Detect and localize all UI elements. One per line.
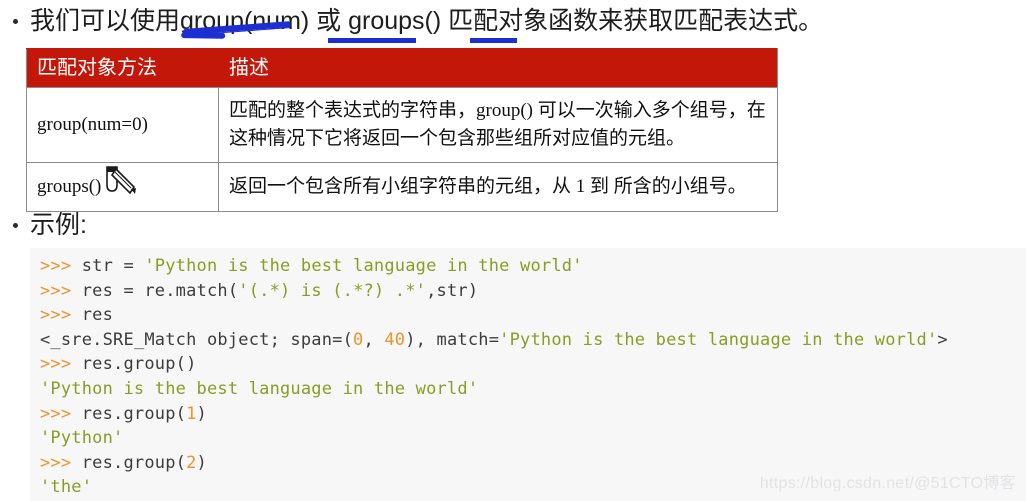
code-line: >>> res	[40, 303, 1026, 328]
bullet-dot-icon	[13, 223, 18, 228]
code-line: 'Python'	[40, 426, 1026, 451]
bullet-dot-icon	[13, 19, 18, 24]
table-row: group(num=0) 匹配的整个表达式的字符串，group() 可以一次输入…	[26, 87, 778, 163]
code-text: )	[196, 403, 207, 424]
code-string: 'Python is the best language in the worl…	[144, 256, 583, 276]
code-text: res.group(	[81, 452, 187, 473]
code-line: <_sre.SRE_Match object; span=(0, 40), ma…	[40, 328, 1026, 353]
code-string: 'Python'	[40, 428, 124, 449]
example-bullet-line: 示例:	[13, 209, 87, 241]
code-line: >>> str = 'Python is the best language i…	[40, 254, 1026, 279]
column-header-description: 描述	[218, 48, 778, 88]
code-text: res	[81, 305, 114, 326]
match-object-methods-table: 匹配对象方法 描述 group(num=0) 匹配的整个表达式的字符串，grou…	[26, 48, 778, 212]
table-header-row: 匹配对象方法 描述	[26, 48, 778, 88]
code-string: 'Python is the best language in the worl…	[499, 329, 938, 350]
python-console-code-block: >>> str = 'Python is the best language i…	[30, 248, 1026, 501]
intro-bullet-line: 我们可以使用group(num) 或 groups() 匹配对象函数来获取匹配表…	[13, 5, 823, 37]
watermark-text: https://blog.csdn.net/@51CTO博客	[759, 475, 1016, 492]
cell-method-groups: groups()	[26, 162, 219, 212]
annotation-underline-pipei	[470, 38, 517, 43]
code-number: 0	[353, 329, 364, 350]
code-number: 1	[186, 403, 197, 424]
code-text: res = re.match(	[81, 280, 239, 301]
code-text: <_sre.SRE_Match object; span=(	[40, 329, 354, 350]
code-prompt: >>>	[40, 256, 82, 276]
cell-method-group: group(num=0)	[26, 87, 219, 163]
code-text: ), match=	[405, 329, 500, 350]
code-line: >>> res.group()	[40, 352, 1026, 377]
cell-description-groups: 返回一个包含所有小组字符串的元组，从 1 到 所含的小组号。	[218, 162, 778, 212]
code-line: >>> res.group(1)	[40, 402, 1026, 427]
cell-description-group: 匹配的整个表达式的字符串，group() 可以一次输入多个组号，在这种情况下它将…	[218, 87, 778, 163]
code-text: str =	[81, 256, 145, 276]
code-number: 2	[186, 452, 197, 473]
code-text: res.group(	[81, 403, 187, 424]
code-text: >	[937, 329, 948, 350]
code-text: ,	[363, 329, 385, 350]
code-prompt: >>>	[40, 280, 82, 301]
column-header-method: 匹配对象方法	[26, 48, 219, 88]
code-text: ,str)	[426, 280, 479, 301]
code-prompt: >>>	[40, 452, 82, 473]
annotation-underline-huo-groups	[328, 38, 416, 43]
code-string: '(.*) is (.*?) .*'	[238, 280, 427, 301]
code-prompt: >>>	[40, 354, 82, 375]
code-string: 'the'	[40, 477, 93, 498]
table-row: groups() 返回一个包含所有小组字符串的元组，从 1 到 所含的小组号。	[26, 162, 778, 212]
code-line: >>> res = re.match('(.*) is (.*?) .*',st…	[40, 279, 1026, 304]
example-bullet-text: 示例:	[30, 211, 87, 239]
code-line: 'Python is the best language in the worl…	[40, 377, 1026, 402]
code-text: res.group()	[81, 354, 197, 375]
code-prompt: >>>	[40, 403, 82, 424]
code-number: 40	[384, 329, 406, 350]
intro-bullet-text: 我们可以使用group(num) 或 groups() 匹配对象函数来获取匹配表…	[30, 7, 824, 35]
code-string: 'Python is the best language in the worl…	[40, 378, 479, 399]
code-prompt: >>>	[40, 305, 82, 326]
code-text: )	[196, 452, 207, 473]
